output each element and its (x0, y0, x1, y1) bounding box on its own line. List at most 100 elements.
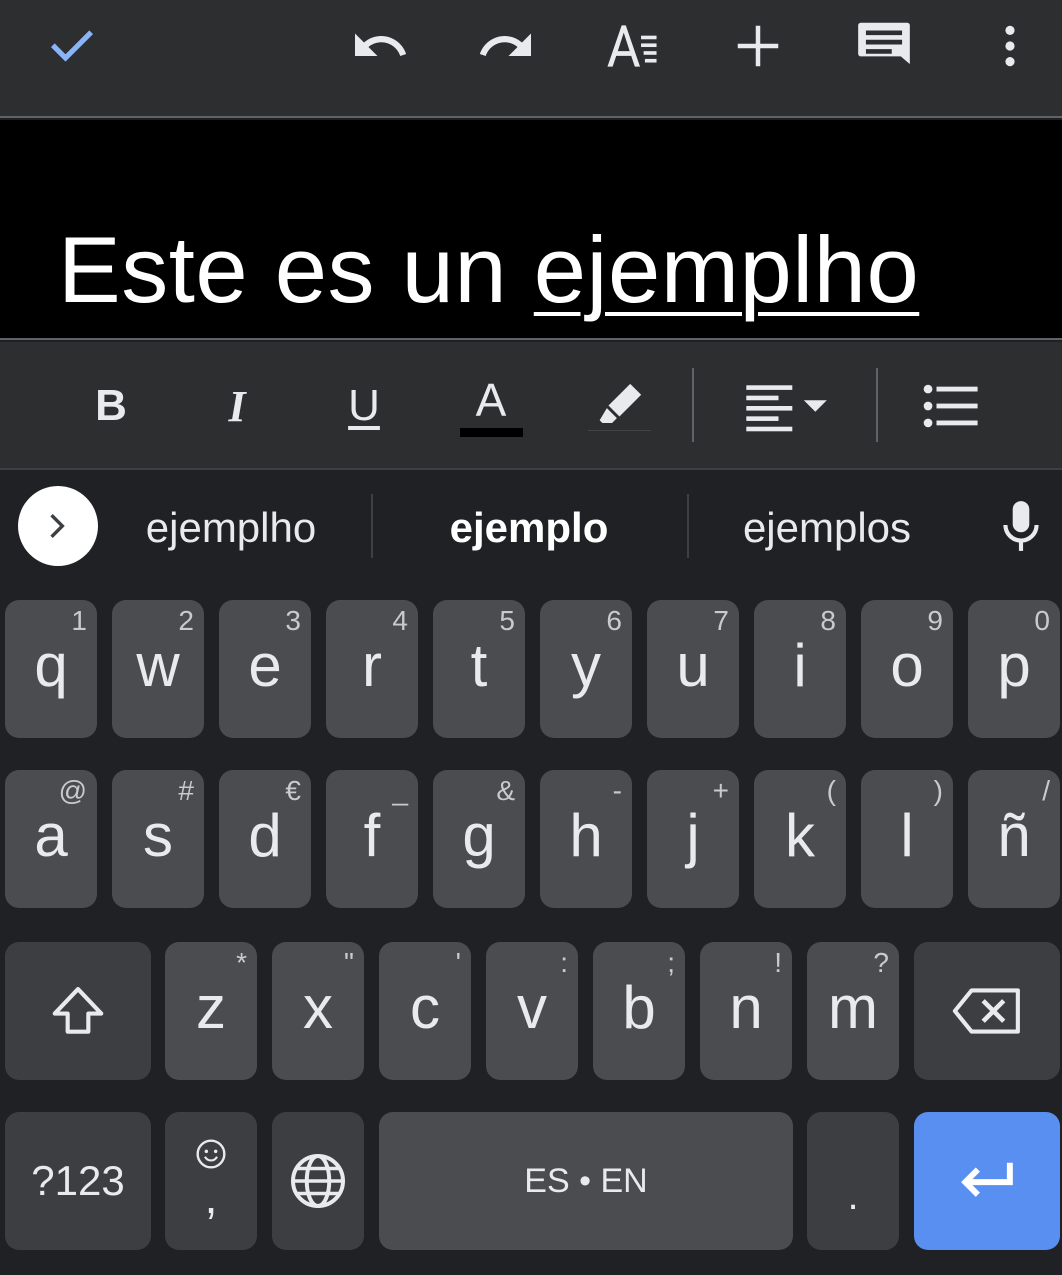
key-a[interactable]: @ a (5, 770, 97, 908)
backspace-icon (952, 988, 1020, 1034)
key-label: n (729, 974, 763, 1041)
key-i[interactable]: 8i (754, 600, 846, 738)
key-label: l (900, 802, 914, 869)
symbols-key-label: ?123 (31, 1157, 125, 1204)
format-toolbar: B I U A (0, 342, 1062, 470)
top-toolbar (0, 0, 1062, 118)
chevron-right-icon (50, 514, 65, 538)
key-label: h (569, 802, 603, 869)
key-p[interactable]: 0p (968, 600, 1060, 738)
key-label: y (571, 632, 601, 699)
key-c[interactable]: ' c (379, 942, 471, 1080)
on-screen-keyboard: ejemplho ejemplo ejemplos 1q2w3e4r5t6y7u… (0, 470, 1062, 1275)
backspace-key[interactable] (914, 942, 1060, 1080)
globe-icon (291, 1154, 345, 1208)
bold-button[interactable]: B (76, 374, 146, 438)
key-x[interactable]: " x (272, 942, 364, 1080)
misspelled-word[interactable]: ejemplho (534, 217, 919, 322)
text-color-swatch (460, 428, 523, 437)
key-n[interactable]: ! n (700, 942, 792, 1080)
align-dropdown-button[interactable] (740, 374, 840, 438)
language-switch-key[interactable] (272, 1112, 364, 1250)
suggestion-divider (371, 494, 373, 558)
key-d[interactable]: € d (219, 770, 311, 908)
toolbar-divider (876, 368, 878, 442)
space-bar[interactable]: ES • EN (379, 1112, 793, 1250)
expand-toolbar-button[interactable] (18, 486, 98, 566)
done-check-icon[interactable] (40, 14, 104, 78)
key-q[interactable]: 1q (5, 600, 97, 738)
key-label: o (890, 632, 924, 699)
key-label: d (248, 802, 282, 869)
enter-key[interactable] (914, 1112, 1060, 1250)
key-g[interactable]: & g (433, 770, 525, 908)
key-label: u (676, 632, 710, 699)
key-s[interactable]: # s (112, 770, 204, 908)
insert-plus-icon[interactable] (726, 14, 790, 78)
toolbar-divider (692, 368, 694, 442)
key-l[interactable]: ) l (861, 770, 953, 908)
key-label: a (34, 802, 68, 869)
document-paragraph[interactable]: Este es un ejemplho (58, 215, 919, 325)
comma-label: , (204, 1171, 218, 1223)
key-o[interactable]: 9o (861, 600, 953, 738)
microphone-icon[interactable] (994, 496, 1048, 556)
key-label: b (622, 974, 656, 1041)
undo-icon[interactable] (348, 14, 412, 78)
key-label: s (143, 802, 173, 869)
text-format-icon[interactable] (600, 14, 664, 78)
key-f[interactable]: _ f (326, 770, 418, 908)
key-label: k (785, 802, 815, 869)
period-key[interactable]: . (807, 1112, 899, 1250)
bulleted-list-icon[interactable] (916, 374, 986, 438)
text-color-button[interactable]: A (456, 368, 526, 432)
key-v[interactable]: :v (486, 942, 578, 1080)
key-label: t (470, 632, 488, 699)
italic-button[interactable]: I (202, 374, 272, 438)
key-label: i (793, 632, 807, 699)
redo-icon[interactable] (474, 14, 538, 78)
underline-button[interactable]: U (329, 374, 399, 438)
key-j[interactable]: + j (647, 770, 739, 908)
key-b[interactable]: ; b (593, 942, 685, 1080)
key-u[interactable]: 7u (647, 600, 739, 738)
key-y[interactable]: 6y (540, 600, 632, 738)
key-label: e (248, 632, 282, 699)
key-e[interactable]: 3e (219, 600, 311, 738)
enter-return-icon (961, 1162, 1013, 1197)
key-m[interactable]: ? m (807, 942, 899, 1080)
comment-icon[interactable] (852, 14, 916, 78)
key-label: x (303, 974, 333, 1041)
suggestion-item[interactable]: ejemplos (716, 500, 938, 556)
key-k[interactable]: (k (754, 770, 846, 908)
document-body[interactable]: Este es un ejemplho (0, 120, 1062, 340)
symbols-key[interactable]: ?123 (5, 1112, 151, 1250)
shift-key[interactable] (5, 942, 151, 1080)
key-label: f (363, 802, 381, 869)
highlight-pen-icon[interactable] (584, 374, 654, 438)
suggestion-item[interactable]: ejemplho (120, 500, 342, 556)
suggestion-strip: ejemplho ejemplo ejemplos (0, 470, 1062, 588)
key-r[interactable]: 4r (326, 600, 418, 738)
key-label: z (196, 974, 226, 1041)
highlight-color-swatch (588, 430, 651, 438)
key-t[interactable]: 5t (433, 600, 525, 738)
key-label: r (362, 632, 382, 699)
emoji-smiley-icon (196, 1139, 226, 1169)
period-label: . (847, 1174, 859, 1218)
key-h[interactable]: -h (540, 770, 632, 908)
key-ñ[interactable]: / ñ (968, 770, 1060, 908)
suggestion-divider (687, 494, 689, 558)
key-label: v (517, 974, 547, 1041)
key-label: p (997, 632, 1031, 699)
key-w[interactable]: 2w (112, 600, 204, 738)
space-bar-label: ES • EN (524, 1161, 648, 1200)
key-label: m (828, 974, 878, 1041)
key-label: q (34, 632, 68, 699)
key-label: j (686, 802, 700, 869)
document-text: Este es un (58, 217, 534, 322)
key-z[interactable]: * z (165, 942, 257, 1080)
comma-emoji-key[interactable]: , (165, 1112, 257, 1250)
suggestion-item-selected[interactable]: ejemplo (420, 500, 638, 556)
more-vert-icon[interactable] (978, 14, 1042, 78)
